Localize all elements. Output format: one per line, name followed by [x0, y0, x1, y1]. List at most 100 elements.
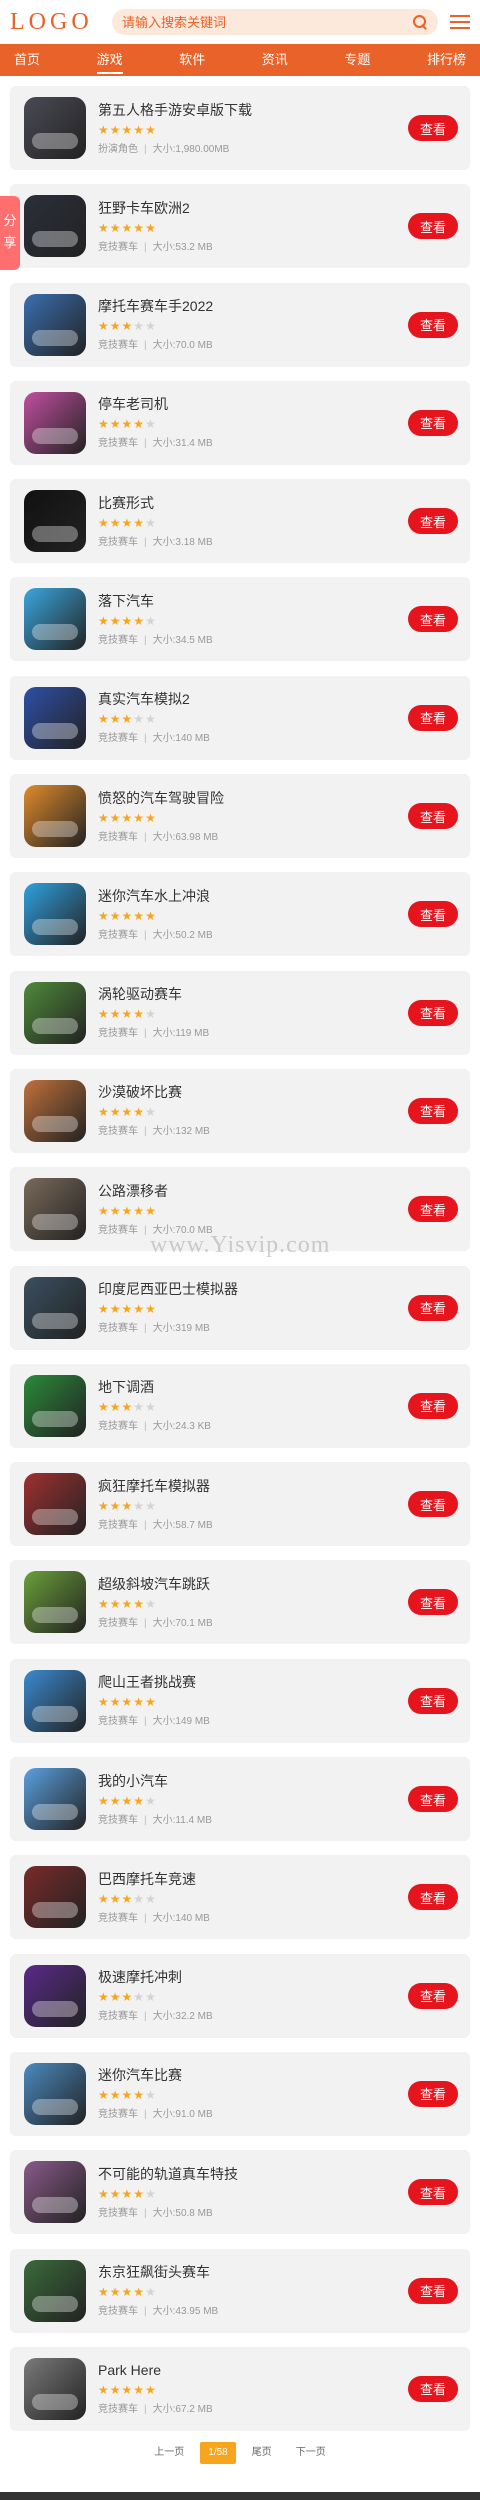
- view-button[interactable]: 查看: [408, 999, 458, 1026]
- game-icon[interactable]: [24, 1473, 86, 1536]
- nav-item[interactable]: 游戏: [96, 44, 123, 76]
- game-card[interactable]: 超级斜坡汽车跳跃 ★★★★★ 竞技赛车 | 大小:70.1 MB 查看: [10, 1560, 470, 1645]
- game-name[interactable]: 巴西摩托车竞速: [98, 1870, 408, 1888]
- game-icon[interactable]: [24, 97, 86, 159]
- game-card[interactable]: Park Here ★★★★★ 竞技赛车 | 大小:67.2 MB 查看: [10, 2346, 470, 2431]
- game-card[interactable]: 比赛形式 ★★★★★ 竞技赛车 | 大小:3.18 MB 查看: [10, 479, 470, 564]
- game-name[interactable]: 极速摩托冲刺: [98, 1968, 408, 1986]
- game-icon[interactable]: [24, 588, 86, 651]
- view-button[interactable]: 查看: [408, 1982, 458, 2009]
- game-name[interactable]: 落下汽车: [98, 592, 408, 610]
- game-card[interactable]: 愤怒的汽车驾驶冒险 ★★★★★ 竞技赛车 | 大小:63.98 MB 查看: [10, 774, 470, 859]
- game-name[interactable]: 摩托车赛车手2022: [98, 297, 408, 315]
- view-button[interactable]: 查看: [408, 115, 458, 141]
- game-icon[interactable]: [24, 883, 86, 946]
- view-button[interactable]: 查看: [408, 2080, 458, 2107]
- share-button[interactable]: 分享: [0, 196, 20, 270]
- game-icon[interactable]: [24, 293, 86, 356]
- view-button[interactable]: 查看: [408, 1196, 458, 1223]
- nav-item[interactable]: 资讯: [262, 44, 288, 76]
- game-name[interactable]: 真实汽车模拟2: [98, 690, 408, 708]
- game-card[interactable]: 巴西摩托车竞速 ★★★★★ 竞技赛车 | 大小:140 MB 查看: [10, 1855, 470, 1940]
- game-name[interactable]: 第五人格手游安卓版下载: [98, 101, 408, 119]
- nav-item[interactable]: 软件: [179, 44, 205, 76]
- game-name[interactable]: 爬山王者挑战赛: [98, 1673, 408, 1691]
- last-page-link[interactable]: 尾页: [244, 2442, 280, 2464]
- nav-item[interactable]: 首页: [14, 44, 40, 76]
- game-icon[interactable]: [24, 490, 86, 553]
- view-button[interactable]: 查看: [408, 508, 458, 535]
- game-name[interactable]: 超级斜坡汽车跳跃: [98, 1575, 408, 1593]
- search-box[interactable]: [112, 9, 438, 35]
- view-button[interactable]: 查看: [408, 1884, 458, 1911]
- game-card[interactable]: 迷你汽车水上冲浪 ★★★★★ 竞技赛车 | 大小:50.2 MB 查看: [10, 872, 470, 957]
- game-icon[interactable]: [24, 1571, 86, 1634]
- game-name[interactable]: 愤怒的汽车驾驶冒险: [98, 789, 408, 807]
- game-icon[interactable]: [24, 1079, 86, 1142]
- game-icon[interactable]: [24, 1866, 86, 1929]
- view-button[interactable]: 查看: [408, 1097, 458, 1124]
- game-icon[interactable]: [24, 1276, 86, 1339]
- game-name[interactable]: 印度尼西亚巴士模拟器: [98, 1280, 408, 1298]
- game-card[interactable]: 不可能的轨道真车特技 ★★★★★ 竞技赛车 | 大小:50.8 MB 查看: [10, 2150, 470, 2235]
- game-icon[interactable]: [24, 2062, 86, 2125]
- game-name[interactable]: 迷你汽车水上冲浪: [98, 887, 408, 905]
- game-icon[interactable]: [24, 2259, 86, 2322]
- game-name[interactable]: 公路漂移者: [98, 1182, 408, 1200]
- view-button[interactable]: 查看: [408, 606, 458, 633]
- game-card[interactable]: 沙漠破坏比赛 ★★★★★ 竞技赛车 | 大小:132 MB 查看: [10, 1068, 470, 1153]
- game-card[interactable]: 我的小汽车 ★★★★★ 竞技赛车 | 大小:11.4 MB 查看: [10, 1757, 470, 1842]
- game-name[interactable]: 沙漠破坏比赛: [98, 1083, 408, 1101]
- game-name[interactable]: 停车老司机: [98, 395, 408, 413]
- view-button[interactable]: 查看: [408, 2375, 458, 2402]
- game-icon[interactable]: [24, 1374, 86, 1437]
- game-card[interactable]: 停车老司机 ★★★★★ 竞技赛车 | 大小:31.4 MB 查看: [10, 380, 470, 465]
- game-name[interactable]: 迷你汽车比赛: [98, 2066, 408, 2084]
- view-button[interactable]: 查看: [408, 901, 458, 928]
- menu-icon[interactable]: [450, 15, 470, 29]
- game-icon[interactable]: [24, 785, 86, 848]
- game-name[interactable]: Park Here: [98, 2361, 408, 2379]
- game-icon[interactable]: [24, 1964, 86, 2027]
- view-button[interactable]: 查看: [408, 1392, 458, 1419]
- game-card[interactable]: 迷你汽车比赛 ★★★★★ 竞技赛车 | 大小:91.0 MB 查看: [10, 2051, 470, 2136]
- game-icon[interactable]: [24, 195, 86, 258]
- view-button[interactable]: 查看: [408, 1786, 458, 1813]
- game-icon[interactable]: [24, 1178, 86, 1241]
- game-icon[interactable]: [24, 2357, 86, 2420]
- game-card[interactable]: 狂野卡车欧洲2 ★★★★★ 竞技赛车 | 大小:53.2 MB 查看: [10, 184, 470, 269]
- game-name[interactable]: 不可能的轨道真车特技: [98, 2165, 408, 2183]
- game-name[interactable]: 涡轮驱动赛车: [98, 985, 408, 1003]
- nav-item[interactable]: 排行榜: [427, 44, 466, 76]
- view-button[interactable]: 查看: [408, 1589, 458, 1616]
- view-button[interactable]: 查看: [408, 1294, 458, 1321]
- game-name[interactable]: 比赛形式: [98, 494, 408, 512]
- game-name[interactable]: 东京狂飙街头赛车: [98, 2263, 408, 2281]
- game-name[interactable]: 地下调酒: [98, 1378, 408, 1396]
- view-button[interactable]: 查看: [408, 704, 458, 731]
- view-button[interactable]: 查看: [408, 2277, 458, 2304]
- next-page-link[interactable]: 下一页: [288, 2442, 334, 2464]
- view-button[interactable]: 查看: [408, 803, 458, 830]
- game-icon[interactable]: [24, 1669, 86, 1732]
- nav-item[interactable]: 专题: [344, 44, 370, 76]
- game-card[interactable]: 极速摩托冲刺 ★★★★★ 竞技赛车 | 大小:32.2 MB 查看: [10, 1953, 470, 2038]
- game-card[interactable]: 摩托车赛车手2022 ★★★★★ 竞技赛车 | 大小:70.0 MB 查看: [10, 282, 470, 367]
- view-button[interactable]: 查看: [408, 1687, 458, 1714]
- game-icon[interactable]: [24, 391, 86, 454]
- game-card[interactable]: 疯狂摩托车模拟器 ★★★★★ 竞技赛车 | 大小:58.7 MB 查看: [10, 1462, 470, 1547]
- game-card[interactable]: 印度尼西亚巴士模拟器 ★★★★★ 竞技赛车 | 大小:319 MB 查看: [10, 1265, 470, 1350]
- game-card[interactable]: 真实汽车模拟2 ★★★★★ 竞技赛车 | 大小:140 MB 查看: [10, 675, 470, 760]
- game-card[interactable]: 地下调酒 ★★★★★ 竞技赛车 | 大小:24.3 KB 查看: [10, 1363, 470, 1448]
- game-icon[interactable]: [24, 2161, 86, 2224]
- view-button[interactable]: 查看: [408, 2179, 458, 2206]
- game-name[interactable]: 狂野卡车欧洲2: [98, 199, 408, 217]
- prev-page-link[interactable]: 上一页: [146, 2442, 192, 2464]
- game-icon[interactable]: [24, 981, 86, 1044]
- game-card[interactable]: 落下汽车 ★★★★★ 竞技赛车 | 大小:34.5 MB 查看: [10, 577, 470, 662]
- view-button[interactable]: 查看: [408, 213, 458, 240]
- view-button[interactable]: 查看: [408, 311, 458, 338]
- view-button[interactable]: 查看: [408, 1491, 458, 1518]
- search-icon[interactable]: [412, 14, 428, 30]
- game-icon[interactable]: [24, 686, 86, 749]
